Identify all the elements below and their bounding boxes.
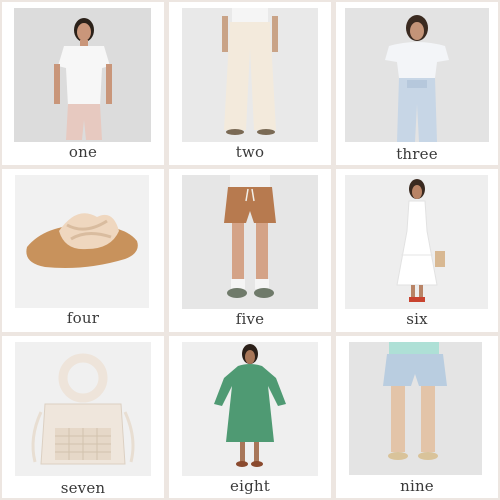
product-card-one[interactable]: one xyxy=(2,2,164,165)
product-label: four xyxy=(66,309,100,327)
product-card-three[interactable]: three xyxy=(336,2,498,165)
product-label: three xyxy=(396,145,438,163)
product-label: one xyxy=(68,143,98,161)
product-label: eight xyxy=(230,477,270,495)
product-label: five xyxy=(235,310,265,328)
product-card-five[interactable]: five xyxy=(169,169,331,332)
product-card-eight[interactable]: eight xyxy=(169,336,331,498)
product-card-six[interactable]: six xyxy=(336,169,498,332)
product-image-white-tiered-midi-dress[interactable] xyxy=(345,175,488,309)
product-image-woven-top-handle-bag[interactable] xyxy=(15,342,151,476)
product-label: six xyxy=(406,310,428,328)
product-image-woven-slide-sandal[interactable] xyxy=(15,175,149,308)
product-image-white-tee-bike-shorts[interactable] xyxy=(14,8,151,142)
product-image-cream-wide-leg-pants[interactable] xyxy=(182,8,318,142)
product-card-seven[interactable]: seven xyxy=(2,336,164,498)
product-image-flutter-top-paperbag-jeans[interactable] xyxy=(345,8,489,142)
product-image-denim-shorts-slides[interactable] xyxy=(349,342,482,475)
product-card-four[interactable]: four xyxy=(2,169,164,332)
product-image-green-peasant-dress[interactable] xyxy=(182,342,318,476)
product-card-nine[interactable]: nine xyxy=(336,336,498,498)
product-label: two xyxy=(235,143,265,161)
product-image-brown-pull-on-shorts[interactable] xyxy=(182,175,318,309)
product-label: seven xyxy=(60,479,106,497)
product-card-two[interactable]: two xyxy=(169,2,331,165)
product-grid: one two three four five six seven eight … xyxy=(0,0,500,500)
product-label: nine xyxy=(400,477,434,495)
